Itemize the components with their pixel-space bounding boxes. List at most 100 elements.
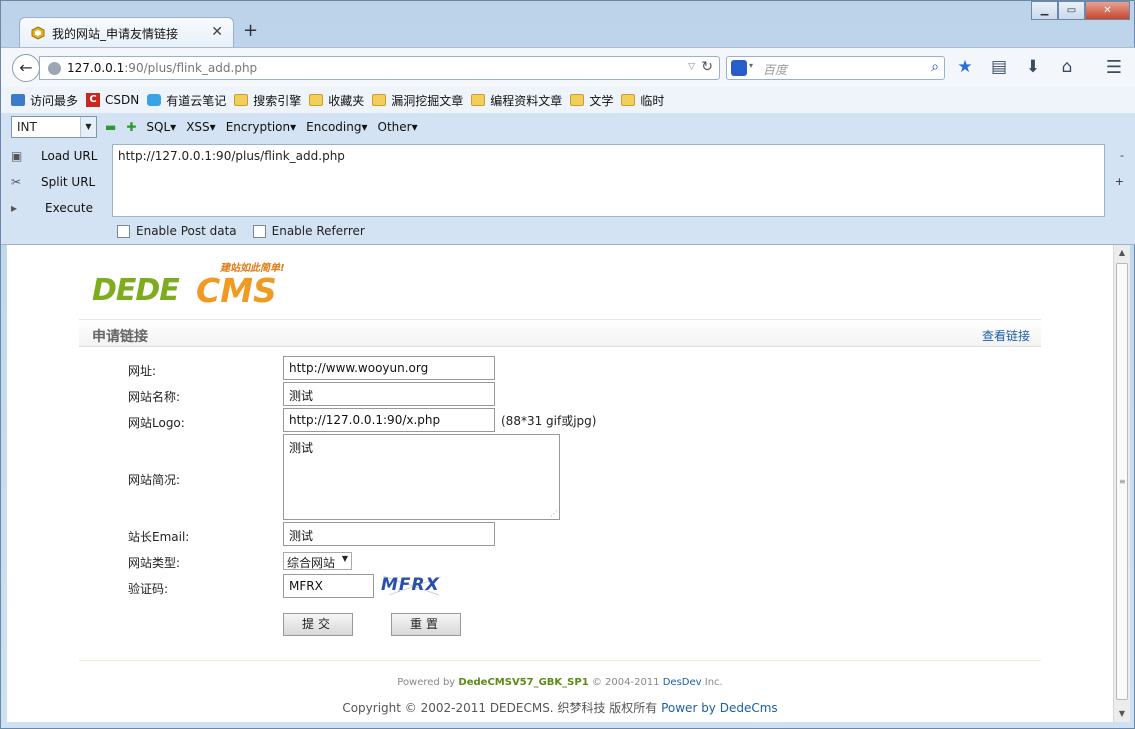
- bookmark-folder-vuln[interactable]: 漏洞挖掘文章: [372, 92, 463, 109]
- baidu-icon[interactable]: 🐾: [731, 60, 747, 76]
- url-label: 网址:: [128, 364, 157, 378]
- description-textarea[interactable]: 测试 ⋰: [283, 434, 560, 520]
- hackbar-actions: ▣ Load URL ✂ Split URL ▸ Execute: [11, 144, 111, 222]
- copyright-text: Copyright © 2002-2011 DEDECMS. 织梦科技 版权所有…: [342, 701, 778, 715]
- dedecms-logo: 建站如此简单! DEDE CMS: [92, 259, 307, 310]
- search-placeholder: 百度: [763, 63, 788, 77]
- checkbox-icon[interactable]: [252, 224, 266, 238]
- title-bar: 我的网站_申请友情链接 ✕ + ▁ ▭ ✕: [1, 1, 1135, 47]
- bookmark-folder-literature[interactable]: 文学: [570, 92, 613, 109]
- folder-icon: [309, 94, 324, 106]
- logo-url-input[interactable]: http://127.0.0.1:90/x.php: [283, 408, 495, 432]
- enable-referrer-checkbox[interactable]: Enable Referrer: [252, 224, 365, 238]
- url-history-dropdown-icon[interactable]: ▽: [688, 62, 695, 72]
- folder-icon: [372, 94, 387, 106]
- hackbar-options: Enable Post data Enable Referrer: [117, 224, 365, 238]
- site-type-select[interactable]: 综合网站 ▼: [283, 552, 352, 570]
- tab-title: 我的网站_申请友情链接: [52, 27, 179, 41]
- site-type-label: 网站类型:: [128, 556, 181, 570]
- logo-cms: CMS: [196, 271, 277, 310]
- hackbar-menu-encryption[interactable]: Encryption▾: [226, 120, 296, 134]
- engine-dropdown-icon[interactable]: ▾: [749, 61, 753, 70]
- tab-close-icon[interactable]: ✕: [211, 24, 223, 40]
- new-tab-button[interactable]: +: [243, 20, 258, 41]
- reset-button[interactable]: 重置: [391, 613, 461, 636]
- shrink-textarea-button[interactable]: -: [1120, 149, 1124, 162]
- vertical-scrollbar[interactable]: ▲ ≡ ▼: [1113, 245, 1130, 722]
- submit-button[interactable]: 提交: [283, 613, 353, 636]
- hackbar-url-textarea[interactable]: http://127.0.0.1:90/plus/flink_add.php: [112, 144, 1105, 217]
- dedecms-favicon-icon: [31, 26, 45, 40]
- captcha-input[interactable]: MFRX: [283, 574, 374, 598]
- reload-icon[interactable]: ↻: [701, 59, 713, 75]
- maximize-button[interactable]: ▭: [1058, 1, 1085, 20]
- page-content: 建站如此简单! DEDE CMS 申请链接 查看链接 网址: http://ww…: [7, 245, 1113, 722]
- bookmark-folder-search[interactable]: 搜索引擎: [234, 92, 301, 109]
- email-label: 站长Email:: [128, 530, 190, 544]
- menu-icon[interactable]: ☰: [1106, 57, 1122, 78]
- bookmark-folder-favorites[interactable]: 收藏夹: [309, 92, 364, 109]
- hackbar-menu-sql[interactable]: SQL▾: [146, 120, 176, 134]
- folder-icon: [471, 94, 486, 106]
- window-controls: ▁ ▭ ✕: [1031, 1, 1130, 21]
- hackbar-menu-encoding[interactable]: Encoding▾: [306, 120, 367, 134]
- search-bar[interactable]: 🐾 ▾ 百度 ⌕: [726, 56, 945, 80]
- email-input[interactable]: 测试: [283, 522, 495, 546]
- back-button[interactable]: ←: [12, 54, 40, 82]
- load-url-button[interactable]: ▣ Load URL: [11, 144, 111, 170]
- scroll-thumb[interactable]: ≡: [1116, 263, 1128, 700]
- hackbar-menu-other[interactable]: Other▾: [378, 120, 418, 134]
- hackbar-menu-xss[interactable]: XSS▾: [186, 120, 216, 134]
- nav-toolbar-icons: ★ ▤ ⬇ ⌂: [954, 57, 1078, 77]
- bookmark-csdn[interactable]: C CSDN: [86, 93, 139, 107]
- dedecms-link[interactable]: Power by DedeCms: [661, 701, 778, 715]
- url-text[interactable]: 127.0.0.1:90/plus/flink_add.php: [67, 61, 257, 75]
- close-window-button[interactable]: ✕: [1085, 1, 1130, 20]
- home-icon[interactable]: ⌂: [1056, 57, 1078, 77]
- minimize-button[interactable]: ▁: [1031, 1, 1058, 20]
- url-input[interactable]: http://www.wooyun.org: [283, 356, 495, 380]
- grow-textarea-button[interactable]: +: [1115, 175, 1124, 188]
- split-url-button[interactable]: ✂ Split URL: [11, 170, 111, 196]
- browser-window: 我的网站_申请友情链接 ✕ + ▁ ▭ ✕ 127.0.0.1:90/plus/…: [0, 0, 1135, 729]
- description-label: 网站简况:: [128, 473, 181, 487]
- download-icon[interactable]: ⬇: [1022, 57, 1044, 77]
- grip-icon: ≡: [1119, 477, 1126, 486]
- desdev-link[interactable]: DesDev: [663, 677, 702, 688]
- scroll-up-icon[interactable]: ▲: [1114, 245, 1130, 261]
- view-links-link[interactable]: 查看链接: [982, 327, 1030, 344]
- search-icon[interactable]: ⌕: [931, 59, 939, 75]
- folder-icon: [621, 94, 636, 106]
- chevron-down-icon: ▼: [80, 117, 96, 137]
- section-header: 申请链接 查看链接: [79, 319, 1041, 347]
- captcha-image[interactable]: MFRX: [379, 573, 445, 599]
- captcha-label: 验证码:: [128, 582, 169, 596]
- execute-button[interactable]: ▸ Execute: [11, 196, 111, 222]
- hackbar-panel: INT ▼ ▬ ✚ SQL▾ XSS▾ Encryption▾ Encoding…: [1, 113, 1135, 245]
- site-name-input[interactable]: 测试: [283, 382, 495, 406]
- bookmark-youdao[interactable]: 有道云笔记: [147, 92, 226, 109]
- execute-icon: ▸: [11, 201, 18, 215]
- logo-size-hint: (88*31 gif或jpg): [501, 414, 597, 428]
- resize-grip-icon[interactable]: ⋰: [550, 509, 558, 518]
- reading-list-icon[interactable]: ▤: [988, 57, 1010, 77]
- bookmark-most-visited[interactable]: 访问最多: [11, 92, 78, 109]
- load-url-icon: ▣: [11, 149, 23, 163]
- site-name-label: 网站名称:: [128, 390, 181, 404]
- folder-icon: [234, 94, 249, 106]
- folder-icon: [570, 94, 585, 106]
- star-icon[interactable]: ★: [954, 57, 976, 77]
- scroll-down-icon[interactable]: ▼: [1114, 706, 1130, 722]
- bookmarks-bar: 访问最多 C CSDN 有道云笔记 搜索引擎 收藏夹 漏洞挖掘文章 编程资料文章: [1, 87, 1135, 113]
- address-bar[interactable]: 127.0.0.1:90/plus/flink_add.php ▽ ↻: [39, 56, 720, 80]
- bookmark-folder-temp[interactable]: 临时: [621, 92, 664, 109]
- bookmark-folder-programming[interactable]: 编程资料文章: [471, 92, 562, 109]
- hackbar-type-select[interactable]: INT ▼: [11, 116, 97, 138]
- browser-tab[interactable]: 我的网站_申请友情链接 ✕: [19, 17, 234, 47]
- increase-icon[interactable]: ✚: [126, 120, 136, 134]
- checkbox-icon[interactable]: [117, 224, 130, 238]
- split-url-icon: ✂: [11, 175, 22, 189]
- decrease-icon[interactable]: ▬: [105, 120, 116, 134]
- enable-post-checkbox[interactable]: Enable Post data: [117, 224, 237, 238]
- version-link[interactable]: DedeCMSV57_GBK_SP1: [458, 677, 588, 688]
